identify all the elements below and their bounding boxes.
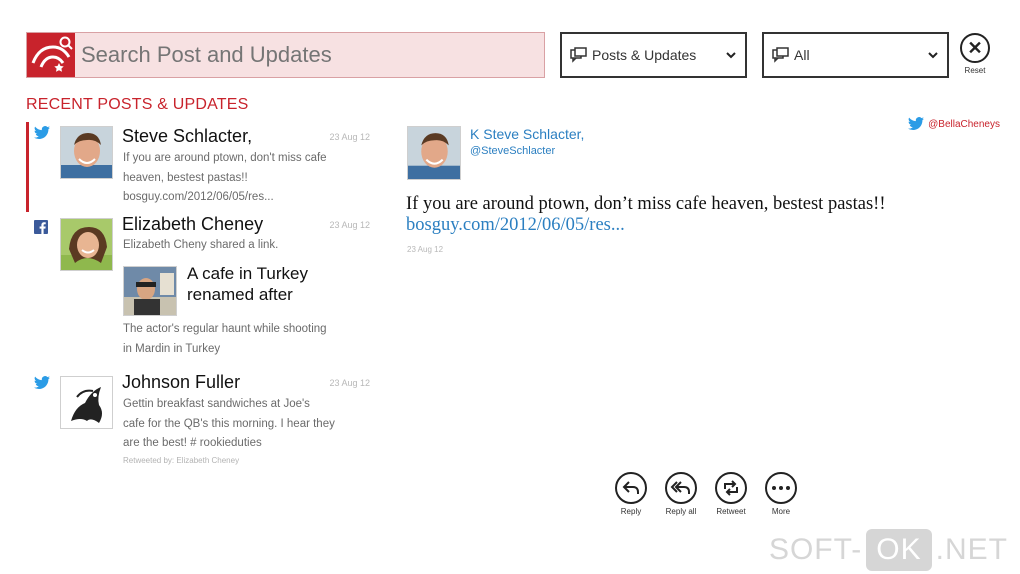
scope-filter-value: All — [794, 47, 810, 63]
item-text-line: Elizabeth Cheny shared a link. — [123, 239, 279, 251]
watermark-box: OK — [866, 529, 932, 571]
item-text: Elizabeth Cheny shared a link. — [123, 236, 363, 256]
item-date: 23 Aug 12 — [329, 132, 370, 142]
scope-filter-dropdown[interactable]: All — [762, 32, 949, 78]
link-thumbnail[interactable] — [123, 266, 177, 316]
item-text-line: If you are around ptown, don't miss cafe — [123, 152, 327, 164]
retweet-icon — [715, 472, 747, 504]
reply-button[interactable]: Reply — [612, 472, 650, 516]
reply-label: Reply — [620, 507, 642, 516]
detail-author[interactable]: K Steve Schlacter, — [470, 126, 584, 142]
item-text-line: bosguy.com/2012/06/05/res... — [123, 191, 274, 203]
watermark-right: .NET — [935, 533, 1008, 566]
feed-list: Steve Schlacter, 23 Aug 12 If you are ar… — [26, 122, 378, 472]
item-text-line: heaven, bestest pastas!! — [123, 171, 248, 184]
more-label: More — [771, 507, 791, 516]
item-author: Johnson Fuller — [122, 372, 241, 392]
reply-all-button[interactable]: Reply all — [662, 472, 700, 516]
link-title-line: renamed after — [187, 285, 293, 304]
retweet-button[interactable]: Retweet — [712, 472, 750, 516]
watermark: SOFT- OK .NET — [769, 529, 1008, 571]
detail-post-link[interactable]: bosguy.com/2012/06/05/res... — [406, 215, 625, 236]
type-filter-dropdown[interactable]: Posts & Updates — [560, 32, 747, 78]
reply-icon — [615, 472, 647, 504]
feed-item[interactable]: Elizabeth Cheney 23 Aug 12 Elizabeth Che… — [26, 214, 378, 372]
retweet-label: Retweet — [716, 507, 746, 516]
posts-icon — [772, 47, 789, 63]
twitter-icon — [34, 126, 50, 140]
item-text-line: The actor's regular haunt while shooting — [123, 323, 327, 335]
twitter-icon — [908, 117, 925, 131]
avatar — [60, 218, 113, 271]
detail-post-text: If you are around ptown, don’t miss cafe… — [406, 194, 886, 214]
link-description: The actor's regular haunt while shooting… — [123, 320, 363, 359]
item-text: Gettin breakfast sandwiches at Joe's caf… — [123, 395, 363, 454]
type-filter-value: Posts & Updates — [592, 47, 697, 63]
reset-button[interactable]: ✕ Reset — [958, 33, 992, 75]
watermark-left: SOFT- — [768, 533, 863, 566]
posts-icon — [570, 47, 587, 63]
people-search-logo-icon — [27, 33, 75, 77]
close-icon: ✕ — [960, 33, 990, 63]
chevron-down-icon — [726, 52, 736, 59]
account-indicator: @BellaCheneys — [908, 117, 1000, 131]
action-bar: Reply Reply all Retweet More — [612, 472, 800, 516]
search-input[interactable] — [75, 33, 544, 77]
reset-label: Reset — [964, 66, 986, 75]
item-date: 23 Aug 12 — [329, 220, 370, 230]
item-text-line: in Mardin in Turkey — [123, 342, 221, 355]
item-text: If you are around ptown, don't miss cafe… — [123, 149, 363, 208]
facebook-icon — [34, 220, 48, 234]
more-button[interactable]: More — [762, 472, 800, 516]
item-date: 23 Aug 12 — [329, 378, 370, 388]
detail-handle[interactable]: @SteveSchlacter — [470, 145, 555, 157]
item-text-line: cafe for the QB's this morning. I hear t… — [123, 417, 335, 430]
avatar — [60, 376, 113, 429]
section-title: RECENT POSTS & UPDATES — [26, 96, 249, 113]
account-handle: @BellaCheneys — [928, 118, 1000, 130]
item-text-line: are the best! # rookieduties — [123, 437, 262, 449]
search-bar[interactable] — [26, 32, 545, 78]
avatar — [60, 126, 113, 179]
item-author: Steve Schlacter, — [122, 126, 253, 146]
more-icon — [765, 472, 797, 504]
detail-date: 23 Aug 12 — [407, 245, 444, 254]
link-title-line: A cafe in Turkey — [187, 264, 308, 283]
feed-item[interactable]: Johnson Fuller 23 Aug 12 Gettin breakfas… — [26, 372, 378, 472]
feed-item[interactable]: Steve Schlacter, 23 Aug 12 If you are ar… — [26, 122, 378, 218]
twitter-icon — [34, 376, 50, 390]
reply-all-label: Reply all — [665, 507, 697, 516]
app-window: Posts & Updates All ✕ Reset RECENT POSTS… — [0, 0, 1020, 574]
link-title[interactable]: A cafe in Turkey renamed after — [187, 263, 377, 305]
detail-avatar — [407, 126, 461, 180]
retweeted-by: Retweeted by: Elizabeth Cheney — [123, 456, 240, 465]
reply-all-icon — [665, 472, 697, 504]
item-author: Elizabeth Cheney — [122, 214, 264, 234]
chevron-down-icon — [928, 52, 938, 59]
item-text-line: Gettin breakfast sandwiches at Joe's — [123, 398, 310, 410]
